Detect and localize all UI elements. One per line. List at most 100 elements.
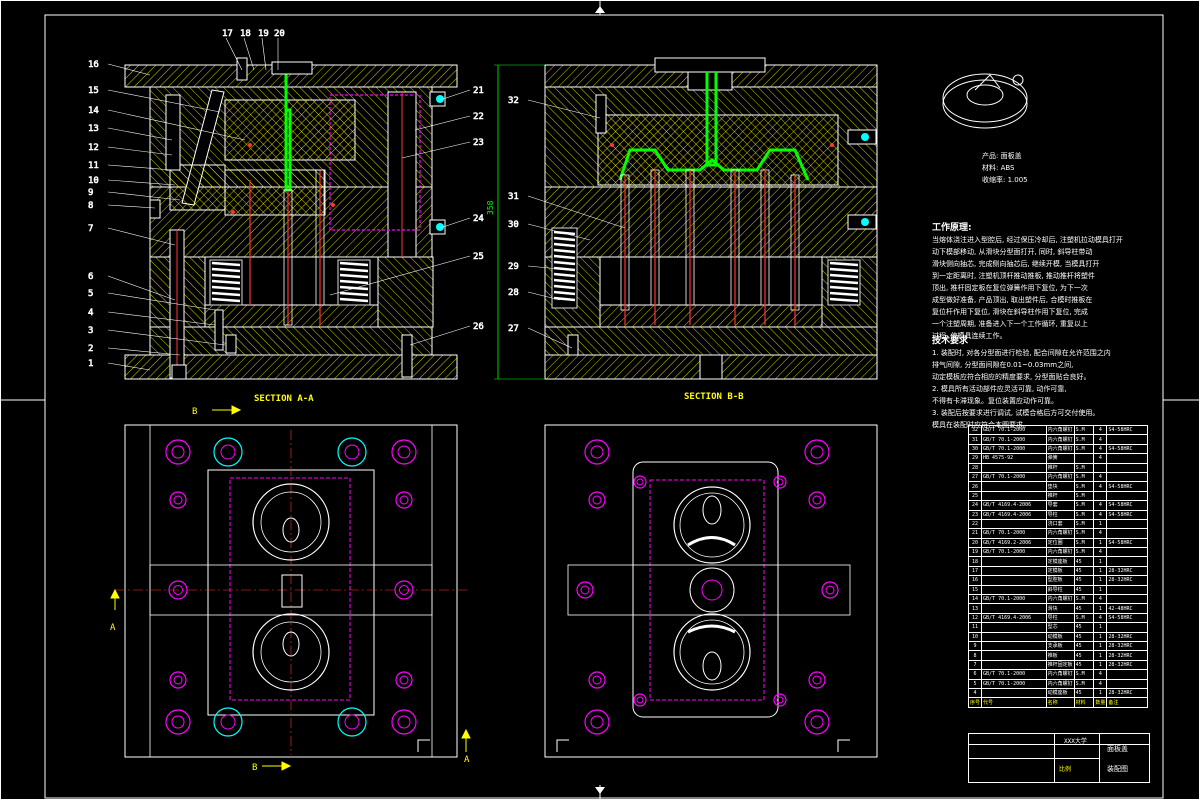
- bom-cell: 导柱: [1045, 612, 1075, 624]
- bom-cell: 28-32HRC: [1106, 631, 1148, 643]
- callout-label: 26: [473, 322, 484, 332]
- bom-header-cell: 材料: [1073, 697, 1095, 708]
- callout-label: 27: [508, 324, 519, 334]
- bom-cell: GB/T 70.1-2000: [981, 434, 1047, 445]
- product-shrink-line: 收缩率: 1.005: [982, 176, 1028, 184]
- callout-label: 24: [473, 214, 484, 224]
- bom-cell: 6: [967, 669, 983, 680]
- bom-cell: S.M: [1073, 669, 1095, 680]
- section-bb-label: SECTION B-B: [684, 392, 744, 402]
- callout-label: 17: [222, 29, 233, 39]
- callout-label: 6: [88, 272, 93, 282]
- bom-cell: 1: [1093, 687, 1108, 699]
- bom-cell: 16: [967, 575, 983, 586]
- callout-label: 18: [240, 29, 251, 39]
- bom-header-row: 序号 代号 名称 材料 数量 备注: [967, 697, 1148, 708]
- bom-cell: [981, 687, 1047, 699]
- bom-cell: 1: [1093, 650, 1108, 661]
- bom-cell: 4: [1093, 612, 1108, 624]
- bom-cell: 31: [967, 434, 983, 445]
- tech-requirements-title: 技术要求: [932, 336, 969, 346]
- bom-cell: S.M: [1073, 490, 1095, 502]
- bom-cell: 45: [1073, 603, 1095, 614]
- bom-cell: [1106, 518, 1148, 530]
- title-block: XXX大学 面板盖 装配图 比例: [968, 733, 1150, 783]
- bom-cell: S4-58HRC: [1106, 509, 1148, 520]
- callout-label: 4: [88, 308, 93, 318]
- bom-cell: 4: [1093, 481, 1108, 492]
- bom-cell: [1106, 471, 1148, 483]
- work-process-block: 工作原理: 当熔体浇注进入型腔后, 经过保压冷却后, 注塑机拉动模具打开 动下模部…: [932, 222, 1157, 342]
- bom-cell: S.M: [1073, 678, 1095, 689]
- bom-cell: 4: [1093, 528, 1108, 539]
- bom-row: 32 GB/T 70.1-2000 内六角螺钉 S.M 4 S4-58HRC: [967, 424, 1148, 436]
- bom-cell: [1106, 622, 1148, 633]
- work-process-line: 复位杆作用下复位, 滑块在斜导柱作用下复位, 完成: [932, 308, 1088, 316]
- callout-label: 1: [88, 359, 93, 369]
- bom-cell: 滑块: [1045, 603, 1075, 614]
- bom-row: 14 GB/T 70.1-2000 内六角螺钉 S.M 4: [967, 594, 1148, 605]
- bom-cell: S.M: [1073, 424, 1095, 436]
- bom-cell: 导柱: [1045, 509, 1075, 520]
- bom-cell: 14: [967, 594, 983, 605]
- cut-marker-b-bottom: B: [252, 763, 257, 773]
- bom-cell: S.M: [1073, 547, 1095, 558]
- tech-requirement-line: 动定模板应符合相应的精度要求, 分型面贴合良好。: [932, 373, 1091, 381]
- bom-cell: 内六角螺钉: [1045, 424, 1075, 436]
- bom-cell: 4: [1093, 424, 1108, 436]
- bom-cell: [981, 640, 1047, 652]
- bom-cell: 28-32HRC: [1106, 687, 1148, 699]
- bom-cell: S.M: [1073, 594, 1095, 605]
- bom-row: 13 滑块 45 1 42-48HRC: [967, 603, 1148, 614]
- bom-cell: GB/T 4169.4-2006: [981, 612, 1047, 624]
- bom-cell: 垫块: [1045, 481, 1075, 492]
- bom-cell: 1: [1093, 556, 1108, 567]
- bom-cell: GB/T 4169.2-2006: [981, 537, 1047, 549]
- bom-cell: [1106, 462, 1148, 473]
- work-process-line: 动下模部移动, 从滑块分型面打开, 同时, 斜导柱带动: [932, 248, 1093, 256]
- bom-cell: S.M: [1073, 537, 1095, 549]
- bom-cell: 斜导柱: [1045, 584, 1075, 596]
- bom-cell: 1: [1093, 603, 1108, 614]
- bom-cell: S4-58HRC: [1106, 424, 1148, 436]
- section-aa-label: SECTION A-A: [254, 394, 314, 404]
- callout-label: 21: [473, 86, 484, 96]
- section-aa-view: [124, 57, 458, 380]
- bom-cell: 45: [1073, 584, 1095, 596]
- bom-cell: 32: [967, 424, 983, 436]
- bom-cell: 13: [967, 603, 983, 614]
- bom-cell: 1: [1093, 622, 1108, 633]
- bom-cell: [1106, 528, 1148, 539]
- bom-cell: 内六角螺钉: [1045, 434, 1075, 445]
- bom-cell: S4-58HRC: [1106, 443, 1148, 455]
- bom-row: 10 动模板 45 1 28-32HRC: [967, 631, 1148, 643]
- bom-row: 25 推杆 S.M: [967, 490, 1148, 502]
- bom-cell: GB/T 4169.4-2006: [981, 500, 1047, 511]
- bom-cell: 型腔板: [1045, 575, 1075, 586]
- bom-cell: 推杆: [1045, 490, 1075, 502]
- callout-label: 12: [88, 143, 99, 153]
- work-process-line: 成型做好准备, 产品顶出, 取出塑件后, 合模时推板在: [932, 296, 1093, 304]
- bom-cell: [1106, 547, 1148, 558]
- bom-cell: 28: [967, 462, 983, 473]
- bom-row: 29 HB 4575-92 弹簧 4: [967, 453, 1148, 464]
- callout-label: 23: [473, 138, 484, 148]
- callout-label: 20: [274, 29, 285, 39]
- bom-row: 12 GB/T 4169.4-2006 导柱 S.M 4 S4-58HRC: [967, 612, 1148, 624]
- bom-cell: [1106, 434, 1148, 445]
- callout-label: 3: [88, 326, 93, 336]
- work-process-line: 当熔体浇注进入型腔后, 经过保压冷却后, 注塑机拉动模具打开: [932, 236, 1123, 244]
- bom-cell: [981, 575, 1047, 586]
- bom-cell: GB/T 70.1-2000: [981, 669, 1047, 680]
- bom-cell: [1106, 594, 1148, 605]
- callout-label: 9: [88, 188, 93, 198]
- bom-cell: 45: [1073, 687, 1095, 699]
- bom-cell: 内六角螺钉: [1045, 443, 1075, 455]
- bom-cell: [1106, 556, 1148, 567]
- bom-cell: 定位圈: [1045, 537, 1075, 549]
- bom-cell: 28-32HRC: [1106, 575, 1148, 586]
- bom-row: 5 GB/T 70.1-2000 内六角螺钉 S.M 4: [967, 678, 1148, 689]
- part-isometric-sketch: [942, 73, 1028, 129]
- bom-cell: [981, 556, 1047, 567]
- bom-cell: 45: [1073, 556, 1095, 567]
